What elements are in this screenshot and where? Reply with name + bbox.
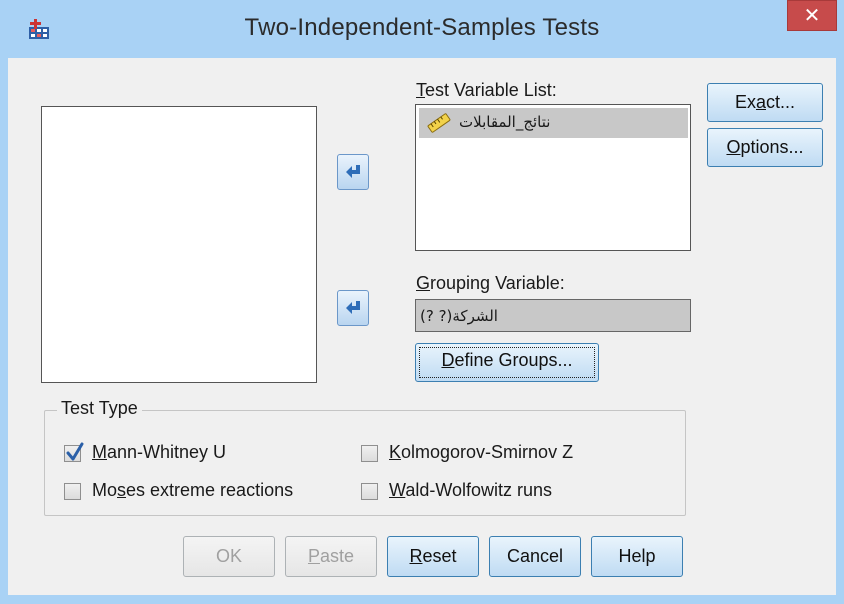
arrow-left-icon [346,301,360,314]
dialog-window: Two-Independent-Samples Tests ✕ Test Var… [0,0,844,604]
kolmogorov-smirnov-checkbox[interactable] [361,445,378,462]
test-type-group: Test Type Mann-Whitney U Kolmogorov-Smir… [44,398,686,516]
test-variable-list-label: Test Variable List: [416,80,557,100]
cancel-button[interactable]: Cancel [489,536,581,577]
title-bar[interactable]: Two-Independent-Samples Tests ✕ [0,0,844,58]
mann-whitney-label[interactable]: Mann-Whitney U [92,442,226,463]
arrow-left-icon [346,165,360,178]
kolmogorov-smirnov-label[interactable]: Kolmogorov-Smirnov Z [389,442,573,463]
grouping-variable-field[interactable]: الشركة(? ?) [415,299,691,332]
close-icon[interactable]: ✕ [804,5,821,27]
close-button[interactable]: ✕ [787,0,837,31]
list-item[interactable]: نتائج_المقابلات [419,108,688,138]
mann-whitney-checkbox[interactable] [64,442,84,462]
source-variable-list[interactable] [41,106,317,383]
paste-button[interactable]: Paste [285,536,377,577]
move-to-grouping-button[interactable] [337,290,369,326]
exact-button[interactable]: Exact... [707,83,823,122]
wald-wolfowitz-label[interactable]: Wald-Wolfowitz runs [389,480,552,501]
move-to-test-list-button[interactable] [337,154,369,190]
test-variable-list[interactable]: نتائج_المقابلات [415,104,691,251]
test-type-legend: Test Type [57,398,142,419]
help-button[interactable]: Help [591,536,683,577]
variable-name: نتائج_المقابلات [459,113,551,131]
moses-extreme-label[interactable]: Moses extreme reactions [92,480,293,501]
wald-wolfowitz-checkbox[interactable] [361,483,378,500]
ok-button[interactable]: OK [183,536,275,577]
ruler-scale-icon [427,112,451,139]
checkmark-icon [66,442,84,461]
reset-button[interactable]: Reset [387,536,479,577]
grouping-variable-label: Grouping Variable: [416,273,565,293]
options-button[interactable]: Options... [707,128,823,167]
grouping-variable-value: الشركة(? ?) [420,307,498,325]
define-groups-button[interactable]: Define Groups... [415,343,599,382]
dialog-title: Two-Independent-Samples Tests [244,14,600,41]
dialog-body: Test Variable List: نتائج_المقابلات Grou… [8,58,836,595]
moses-extreme-checkbox[interactable] [64,483,81,500]
